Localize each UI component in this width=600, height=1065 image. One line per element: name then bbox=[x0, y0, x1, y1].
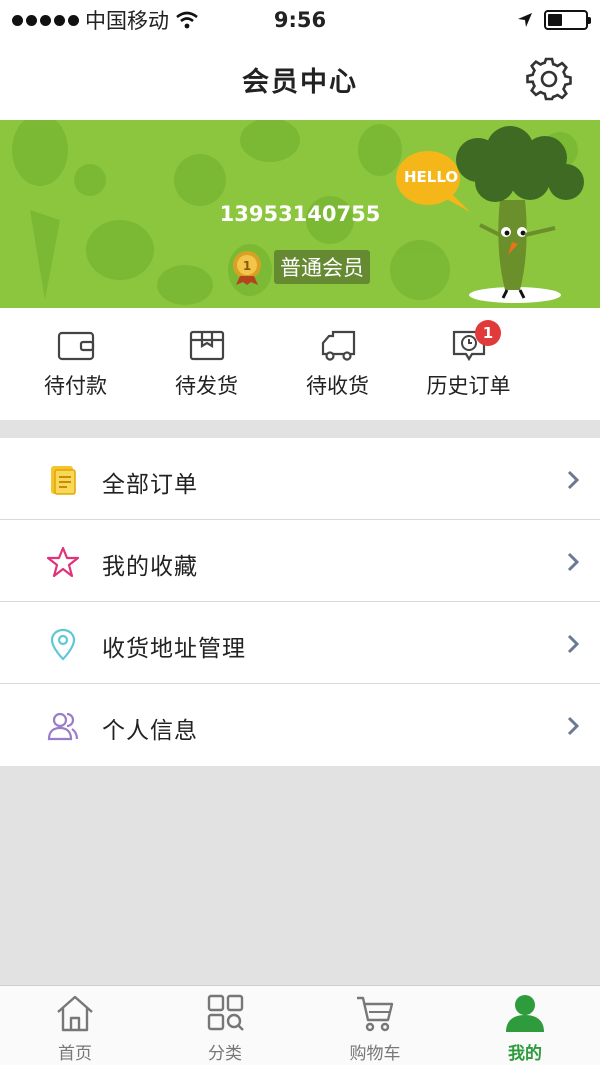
page-title: 会员中心 bbox=[242, 67, 358, 98]
order-pending-payment[interactable]: 待付款 bbox=[10, 308, 141, 420]
menu-label: 全部订单 bbox=[102, 472, 198, 498]
carrier-label: 中国移动 bbox=[85, 9, 169, 33]
user-group-icon bbox=[47, 712, 79, 741]
category-icon bbox=[207, 994, 244, 1031]
star-icon bbox=[46, 546, 80, 578]
tab-category[interactable]: 分类 bbox=[150, 986, 300, 1065]
order-shortcuts: 待付款 待发货 待收货 1 历史订单 bbox=[0, 308, 600, 420]
order-pending-receipt[interactable]: 待收货 bbox=[272, 308, 403, 420]
tab-bar: 首页 分类 购物车 我的 bbox=[0, 985, 600, 1065]
wallet-icon bbox=[57, 331, 95, 361]
cart-icon bbox=[357, 996, 394, 1032]
document-icon bbox=[51, 466, 76, 495]
svg-text:1: 1 bbox=[243, 259, 251, 273]
status-right bbox=[516, 10, 591, 30]
status-left: 中国移动 bbox=[12, 5, 199, 35]
location-arrow-icon bbox=[518, 13, 532, 27]
order-label: 待付款 bbox=[44, 374, 107, 398]
tab-label: 分类 bbox=[208, 1044, 242, 1064]
chevron-right-icon bbox=[567, 634, 580, 654]
order-history[interactable]: 1 历史订单 bbox=[403, 308, 534, 420]
menu-list: 全部订单 我的收藏 收货地址管理 个人信息 bbox=[0, 438, 600, 766]
menu-item-personal-info[interactable]: 个人信息 bbox=[0, 684, 600, 766]
tab-label: 购物车 bbox=[349, 1044, 401, 1064]
member-banner: HELLO 13953140755 1 普通会员 bbox=[0, 120, 600, 308]
chevron-right-icon bbox=[567, 716, 580, 736]
order-label: 历史订单 bbox=[426, 374, 511, 398]
order-label: 待收货 bbox=[306, 374, 369, 398]
location-pin-icon bbox=[50, 628, 76, 661]
menu-item-all-orders[interactable]: 全部订单 bbox=[0, 438, 600, 520]
menu-label: 我的收藏 bbox=[102, 554, 198, 580]
home-icon bbox=[57, 995, 93, 1032]
tab-label: 我的 bbox=[508, 1044, 542, 1064]
tab-mine[interactable]: 我的 bbox=[450, 986, 600, 1065]
order-label: 待发货 bbox=[175, 374, 238, 398]
member-phone: 13953140755 bbox=[219, 202, 381, 226]
battery-icon bbox=[544, 10, 591, 30]
menu-item-address[interactable]: 收货地址管理 bbox=[0, 602, 600, 684]
nav-bar: 会员中心 bbox=[0, 40, 600, 120]
signal-icon bbox=[12, 14, 79, 26]
tab-cart[interactable]: 购物车 bbox=[300, 986, 450, 1065]
notification-badge: 1 bbox=[475, 320, 501, 346]
tab-home[interactable]: 首页 bbox=[0, 986, 150, 1065]
menu-label: 收货地址管理 bbox=[102, 636, 246, 662]
menu-item-favorites[interactable]: 我的收藏 bbox=[0, 520, 600, 602]
chevron-right-icon bbox=[567, 470, 580, 490]
status-bar: 中国移动 9:56 bbox=[0, 0, 600, 40]
gear-icon[interactable] bbox=[526, 56, 572, 102]
wifi-icon bbox=[176, 11, 198, 29]
menu-label: 个人信息 bbox=[102, 718, 198, 744]
truck-icon bbox=[321, 330, 356, 361]
member-level: 1 普通会员 bbox=[228, 248, 370, 286]
user-icon bbox=[506, 995, 544, 1032]
chevron-right-icon bbox=[567, 552, 580, 572]
tab-label: 首页 bbox=[58, 1044, 92, 1064]
member-level-label: 普通会员 bbox=[274, 250, 370, 284]
box-icon bbox=[189, 330, 225, 361]
hello-text: HELLO bbox=[404, 168, 459, 186]
medal-icon: 1 bbox=[233, 251, 261, 285]
order-pending-shipment[interactable]: 待发货 bbox=[141, 308, 272, 420]
